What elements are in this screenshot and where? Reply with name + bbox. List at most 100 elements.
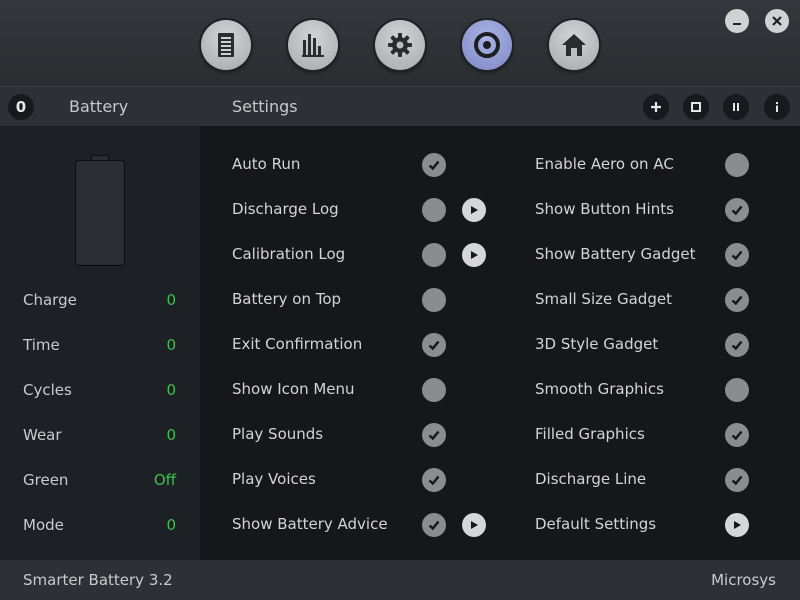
stat-row-green: Green Off	[23, 469, 176, 493]
setting-auto-run[interactable]: Auto Run	[232, 150, 502, 180]
play-icon	[471, 521, 478, 529]
stat-label: Charge	[23, 291, 77, 309]
toggle-checked[interactable]	[422, 333, 446, 357]
setting-battery-on-top[interactable]: Battery on Top	[232, 285, 502, 315]
pause-button[interactable]	[723, 94, 749, 120]
toggle-checked[interactable]	[422, 423, 446, 447]
status-bar: Smarter Battery 3.2 Microsys	[0, 560, 800, 600]
header-bar: 0 Battery Settings	[0, 86, 800, 126]
setting-label: Smooth Graphics	[535, 380, 664, 398]
setting-label: 3D Style Gadget	[535, 335, 659, 353]
setting-label: Show Battery Advice	[232, 515, 388, 533]
stat-label: Time	[23, 336, 60, 354]
setting-discharge-line[interactable]: Discharge Line	[535, 465, 765, 495]
nav-target-button[interactable]	[462, 20, 512, 70]
setting-label: Default Settings	[535, 515, 657, 533]
stat-row-cycles: Cycles 0	[23, 379, 176, 403]
toggle-checked[interactable]	[422, 468, 446, 492]
nav-chart-button[interactable]	[288, 20, 338, 70]
close-icon	[772, 16, 782, 26]
play-icon	[471, 251, 478, 259]
setting-exit-confirmation[interactable]: Exit Confirmation	[232, 330, 502, 360]
play-icon	[471, 206, 478, 214]
toggle-unchecked[interactable]	[725, 153, 749, 177]
stop-icon	[691, 102, 701, 112]
stat-value: 0	[166, 381, 176, 399]
toggle-unchecked[interactable]	[422, 378, 446, 402]
setting-filled-graphics[interactable]: Filled Graphics	[535, 420, 765, 450]
setting-label: Auto Run	[232, 155, 301, 173]
checkmark-icon	[428, 340, 440, 351]
toggle-checked[interactable]	[725, 468, 749, 492]
top-toolbar	[0, 0, 800, 86]
info-button[interactable]	[764, 94, 790, 120]
setting-enable-aero-on-ac[interactable]: Enable Aero on AC	[535, 150, 765, 180]
pause-icon	[733, 103, 739, 111]
toggle-checked[interactable]	[422, 513, 446, 537]
play-icon	[734, 521, 741, 529]
stat-label: Wear	[23, 426, 62, 444]
toggle-checked[interactable]	[725, 333, 749, 357]
play-button[interactable]	[462, 198, 486, 222]
minimize-button[interactable]	[725, 9, 749, 33]
settings-panel: Auto Run Discharge Log Calibration Log B…	[200, 126, 800, 560]
toggle-unchecked[interactable]	[725, 378, 749, 402]
stat-value: 0	[166, 336, 176, 354]
toggle-unchecked[interactable]	[422, 243, 446, 267]
setting-small-size-gadget[interactable]: Small Size Gadget	[535, 285, 765, 315]
setting-show-button-hints[interactable]: Show Button Hints	[535, 195, 765, 225]
nav-home-button[interactable]	[549, 20, 599, 70]
battery-panel: Charge 0 Time 0 Cycles 0 Wear 0 Green Of…	[0, 126, 200, 560]
toggle-checked[interactable]	[422, 153, 446, 177]
info-icon	[776, 102, 778, 112]
stat-label: Green	[23, 471, 69, 489]
toggle-unchecked[interactable]	[422, 288, 446, 312]
setting-3d-style-gadget[interactable]: 3D Style Gadget	[535, 330, 765, 360]
stat-label: Mode	[23, 516, 64, 534]
setting-discharge-log[interactable]: Discharge Log	[232, 195, 502, 225]
setting-label: Play Sounds	[232, 425, 324, 443]
toggle-checked[interactable]	[725, 423, 749, 447]
home-icon	[562, 34, 586, 56]
stat-row-wear: Wear 0	[23, 424, 176, 448]
setting-label: Enable Aero on AC	[535, 155, 674, 173]
stat-row-time: Time 0	[23, 334, 176, 358]
stat-value: 0	[166, 426, 176, 444]
setting-play-voices[interactable]: Play Voices	[232, 465, 502, 495]
checkmark-icon	[731, 340, 743, 351]
gear-icon	[388, 33, 412, 57]
add-button[interactable]	[643, 94, 669, 120]
checkmark-icon	[428, 520, 440, 531]
setting-label: Show Battery Gadget	[535, 245, 696, 263]
setting-default-settings[interactable]: Default Settings	[535, 510, 765, 540]
checkmark-icon	[428, 430, 440, 441]
setting-show-battery-advice[interactable]: Show Battery Advice	[232, 510, 502, 540]
play-button[interactable]	[462, 513, 486, 537]
stop-button[interactable]	[683, 94, 709, 120]
toggle-unchecked[interactable]	[422, 198, 446, 222]
setting-show-battery-gadget[interactable]: Show Battery Gadget	[535, 240, 765, 270]
vendor-name: Microsys	[711, 571, 776, 589]
setting-label: Discharge Log	[232, 200, 339, 218]
setting-smooth-graphics[interactable]: Smooth Graphics	[535, 375, 765, 405]
close-button[interactable]	[765, 9, 789, 33]
count-badge: 0	[8, 94, 34, 120]
nav-document-button[interactable]	[201, 20, 251, 70]
setting-label: Show Button Hints	[535, 200, 674, 218]
stat-label: Cycles	[23, 381, 72, 399]
document-icon	[218, 33, 234, 57]
toggle-checked[interactable]	[725, 243, 749, 267]
toggle-checked[interactable]	[725, 198, 749, 222]
setting-label: Small Size Gadget	[535, 290, 672, 308]
toggle-checked[interactable]	[725, 288, 749, 312]
checkmark-icon	[731, 295, 743, 306]
setting-calibration-log[interactable]: Calibration Log	[232, 240, 502, 270]
play-button[interactable]	[462, 243, 486, 267]
checkmark-icon	[428, 160, 440, 171]
nav-settings-button[interactable]	[375, 20, 425, 70]
setting-show-icon-menu[interactable]: Show Icon Menu	[232, 375, 502, 405]
play-button[interactable]	[725, 513, 749, 537]
setting-label: Battery on Top	[232, 290, 342, 308]
minimize-icon	[733, 23, 741, 25]
setting-play-sounds[interactable]: Play Sounds	[232, 420, 502, 450]
